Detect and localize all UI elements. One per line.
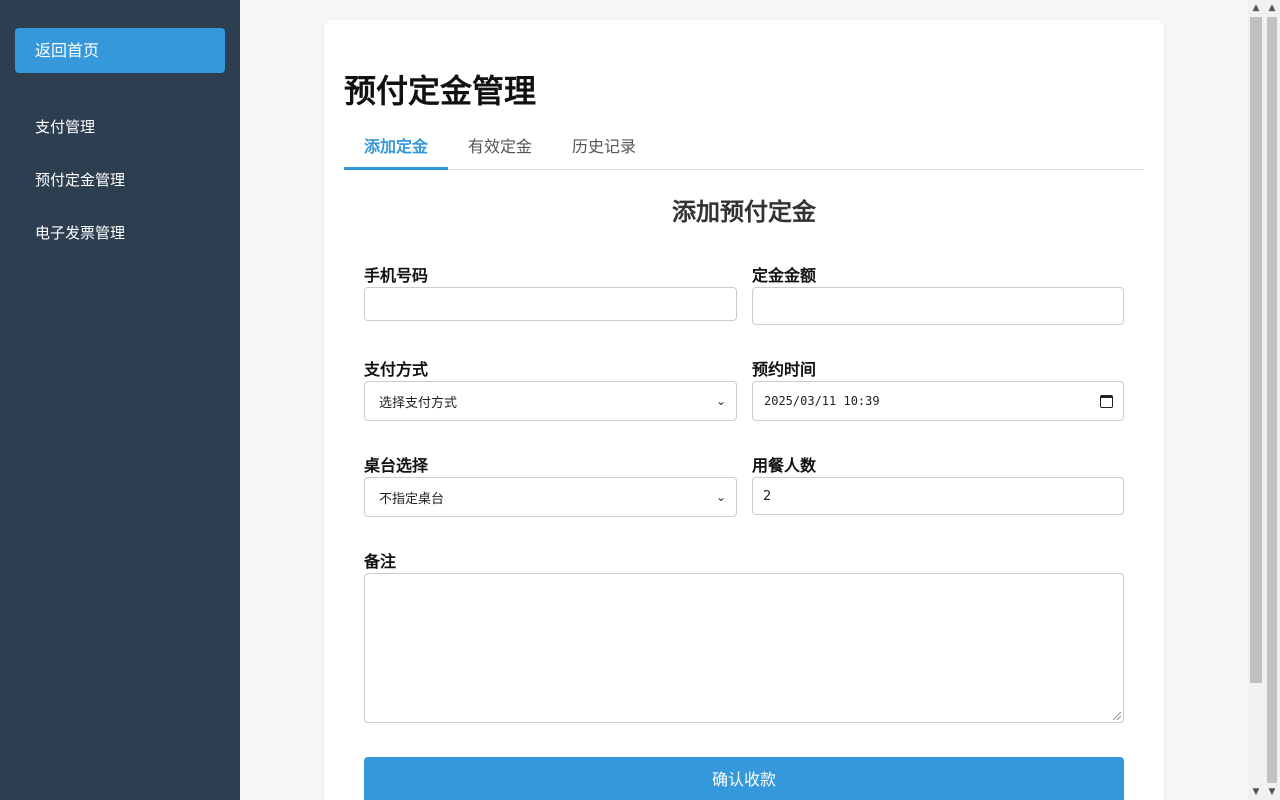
sidebar-item-deposit[interactable]: 预付定金管理 — [35, 169, 125, 190]
phone-input[interactable] — [364, 287, 737, 321]
guests-input-value: 2 — [763, 488, 772, 504]
note-label: 备注 — [364, 552, 397, 571]
amount-label: 定金金额 — [752, 266, 817, 285]
amount-input[interactable] — [752, 287, 1124, 325]
sidebar: 返回首页 支付管理 预付定金管理 电子发票管理 — [0, 0, 240, 800]
table-select[interactable]: 不指定桌台 ⌄ — [364, 477, 737, 517]
scroll-thumb[interactable] — [1250, 17, 1262, 683]
tab-active-deposits[interactable]: 有效定金 — [448, 128, 552, 170]
confirm-payment-button[interactable]: 确认收款 — [364, 757, 1124, 800]
resize-grip-icon[interactable] — [1113, 712, 1121, 720]
chevron-down-icon: ⌄ — [715, 490, 726, 504]
payment-label: 支付方式 — [364, 360, 429, 379]
table-label: 桌台选择 — [364, 456, 429, 475]
table-select-value: 不指定桌台 — [379, 491, 445, 507]
tab-history[interactable]: 历史记录 — [552, 128, 656, 170]
scroll-up-icon[interactable]: ▲ — [1264, 0, 1280, 16]
guests-label: 用餐人数 — [752, 456, 817, 475]
page-title: 预付定金管理 — [344, 72, 537, 110]
calendar-icon[interactable] — [1100, 394, 1113, 408]
main-area: 预付定金管理 添加定金 有效定金 历史记录 添加预付定金 手机号码 定金金额 支… — [240, 0, 1248, 800]
sidebar-item-payment[interactable]: 支付管理 — [35, 116, 95, 137]
payment-select[interactable]: 选择支付方式 ⌄ — [364, 381, 737, 421]
main-scrollbar[interactable]: ▲ ▼ — [1248, 0, 1264, 800]
phone-label: 手机号码 — [364, 266, 429, 285]
guests-input[interactable]: 2 — [752, 477, 1124, 515]
tab-bar: 添加定金 有效定金 历史记录 — [344, 128, 1144, 170]
sidebar-item-invoice[interactable]: 电子发票管理 — [35, 222, 125, 243]
payment-select-value: 选择支付方式 — [379, 395, 458, 411]
time-input[interactable]: 2025/03/11 10:39 — [752, 381, 1124, 421]
scroll-down-icon[interactable]: ▼ — [1248, 784, 1264, 800]
scroll-down-icon[interactable]: ▼ — [1264, 784, 1280, 800]
time-input-value: 2025/03/11 10:39 — [764, 394, 880, 408]
scroll-up-icon[interactable]: ▲ — [1248, 0, 1264, 16]
page-scrollbar[interactable]: ▲ ▼ — [1264, 0, 1280, 800]
tab-add-deposit[interactable]: 添加定金 — [344, 128, 448, 170]
content-card: 预付定金管理 添加定金 有效定金 历史记录 添加预付定金 手机号码 定金金额 支… — [324, 20, 1164, 800]
chevron-down-icon: ⌄ — [715, 394, 726, 408]
section-title: 添加预付定金 — [672, 198, 816, 226]
note-textarea[interactable] — [364, 573, 1124, 723]
page-scroll-thumb[interactable] — [1267, 17, 1277, 783]
home-button[interactable]: 返回首页 — [15, 28, 225, 73]
time-label: 预约时间 — [752, 360, 817, 379]
